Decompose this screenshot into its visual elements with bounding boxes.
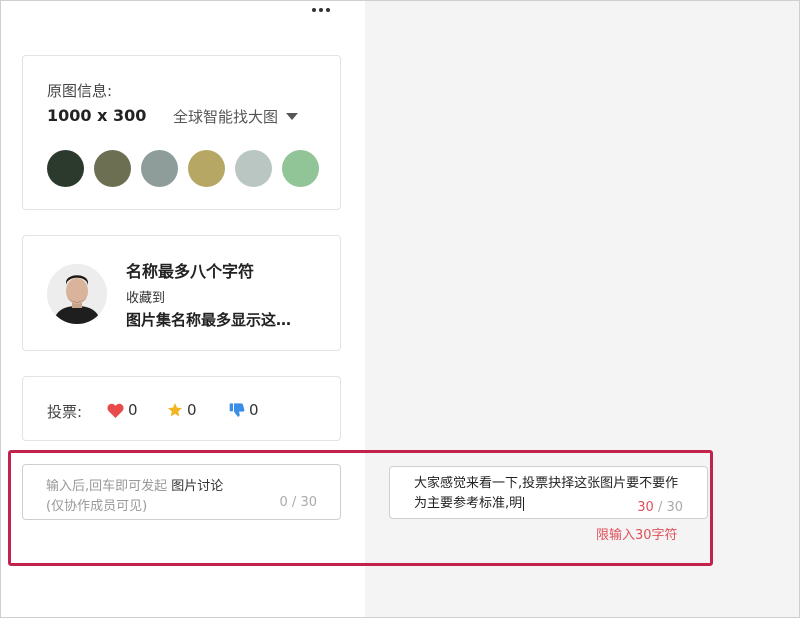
right-area [365, 1, 799, 617]
thumbs-down-icon [229, 403, 245, 417]
vote-dislike-button[interactable]: 0 [229, 401, 259, 419]
author-card: 名称最多八个字符 收藏到 图片集名称最多显示这… [22, 235, 341, 351]
global-find-dropdown[interactable]: 全球智能找大图 [173, 106, 299, 127]
like-count: 0 [128, 401, 138, 419]
discussion-placeholder-line2: (仅协作成员可见) [46, 499, 148, 514]
color-swatch[interactable] [235, 150, 272, 187]
vote-card: 投票: 0 0 0 [22, 376, 341, 441]
text-cursor [523, 496, 525, 511]
color-swatch[interactable] [282, 150, 319, 187]
vote-like-button[interactable]: 0 [107, 401, 138, 419]
original-info-label: 原图信息: [47, 82, 113, 100]
discussion-input-filled[interactable]: 大家感觉来看一下,投票抉择这张图片要不要作为主要参考标准,明 30 / 30 [389, 466, 708, 519]
placeholder-prefix: 输入后,回车即可发起 [46, 479, 168, 494]
caret-down-icon [286, 113, 299, 120]
char-counter: 0 / 30 [279, 495, 317, 510]
char-count-current: 30 [637, 500, 654, 515]
left-panel: 原图信息: 1000 x 300 全球智能找大图 名称最多八个字符 收藏到 图片… [1, 1, 365, 617]
heart-icon [107, 403, 124, 418]
star-icon [168, 403, 182, 417]
char-counter-filled: 30 / 30 [637, 500, 683, 515]
star-count: 0 [187, 401, 197, 419]
color-swatch[interactable] [188, 150, 225, 187]
album-name-link[interactable]: 图片集名称最多显示这… [126, 309, 291, 330]
limit-hint: 限输入30字符 [596, 528, 678, 543]
char-count-max: / 30 [653, 500, 683, 515]
vote-star-button[interactable]: 0 [167, 401, 197, 419]
placeholder-highlight: 图片讨论 [171, 479, 224, 494]
author-name[interactable]: 名称最多八个字符 [126, 258, 254, 282]
more-options-icon[interactable] [307, 1, 335, 19]
original-info-card: 原图信息: 1000 x 300 全球智能找大图 [22, 55, 341, 210]
global-find-label: 全球智能找大图 [173, 108, 279, 126]
vote-label: 投票: [47, 403, 83, 421]
color-swatch[interactable] [94, 150, 131, 187]
color-swatch[interactable] [47, 150, 84, 187]
original-size: 1000 x 300 [47, 106, 147, 125]
discussion-input-empty[interactable]: 输入后,回车即可发起 图片讨论 (仅协作成员可见) 0 / 30 [22, 464, 341, 520]
dislike-count: 0 [249, 401, 259, 419]
avatar[interactable] [47, 264, 107, 324]
discussion-placeholder-line1: 输入后,回车即可发起 图片讨论 [46, 475, 223, 494]
collect-label: 收藏到 [126, 291, 166, 306]
color-palette [47, 150, 319, 187]
color-swatch[interactable] [141, 150, 178, 187]
